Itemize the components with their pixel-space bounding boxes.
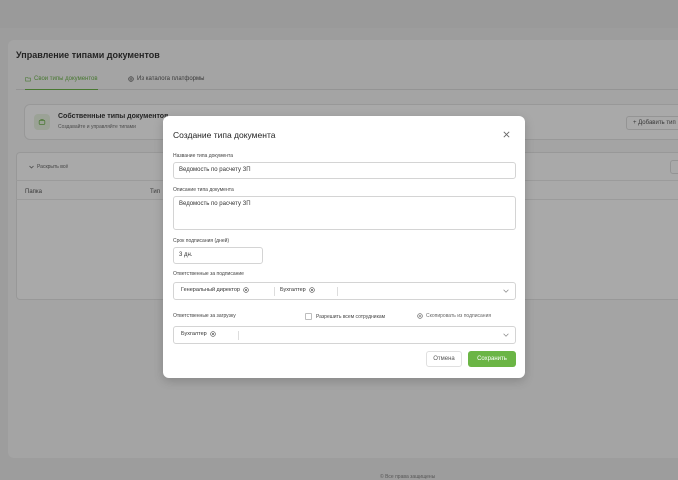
allow-all-label: Разрешить всем сотрудникам xyxy=(316,313,386,320)
description-textarea[interactable]: Ведомость по расчету ЗП xyxy=(173,196,516,230)
chip-divider xyxy=(238,331,239,340)
uploaders-label: Ответственные за загрузку xyxy=(173,313,236,319)
term-input[interactable]: 3 дн. xyxy=(173,247,263,264)
uploader-chip-label: Бухгалтер xyxy=(181,331,207,337)
allow-all-option[interactable]: Разрешить всем сотрудникам xyxy=(305,313,385,320)
uploaders-select[interactable]: Бухгалтер xyxy=(173,326,516,344)
chevron-down-icon[interactable] xyxy=(503,289,509,293)
remove-icon[interactable] xyxy=(210,331,216,337)
chevron-down-icon[interactable] xyxy=(503,333,509,337)
cancel-button[interactable]: Отмена xyxy=(426,351,462,367)
chip-divider xyxy=(274,287,275,296)
signers-select[interactable]: Генеральный директор Бухгалтер xyxy=(173,282,516,300)
uploader-chip: Бухгалтер xyxy=(181,331,216,337)
name-label: Название типа документа xyxy=(173,153,234,159)
signer-chip-label: Генеральный директор xyxy=(181,287,240,293)
allow-all-checkbox[interactable] xyxy=(305,313,312,320)
description-label: Описание типа документа xyxy=(173,187,234,193)
close-icon[interactable] xyxy=(502,130,511,139)
remove-icon[interactable] xyxy=(243,287,249,293)
signers-label: Ответственные за подписание xyxy=(173,271,244,277)
chip-divider xyxy=(337,287,338,296)
signer-chip: Бухгалтер xyxy=(280,287,315,293)
term-label: Срок подписания (дней) xyxy=(173,238,230,244)
copy-from-signers-link[interactable]: Скопировать из подписания xyxy=(417,313,491,319)
create-type-modal: Создание типа документа Название типа до… xyxy=(163,116,525,378)
signer-chip: Генеральный директор xyxy=(181,287,249,293)
save-button[interactable]: Сохранить xyxy=(468,351,516,367)
copy-label: Скопировать из подписания xyxy=(426,313,492,319)
remove-icon[interactable] xyxy=(309,287,315,293)
signer-chip-label: Бухгалтер xyxy=(280,287,306,293)
name-input[interactable]: Ведомость по расчету ЗП xyxy=(173,162,516,179)
modal-title: Создание типа документа xyxy=(173,130,276,140)
copy-icon xyxy=(417,313,423,319)
